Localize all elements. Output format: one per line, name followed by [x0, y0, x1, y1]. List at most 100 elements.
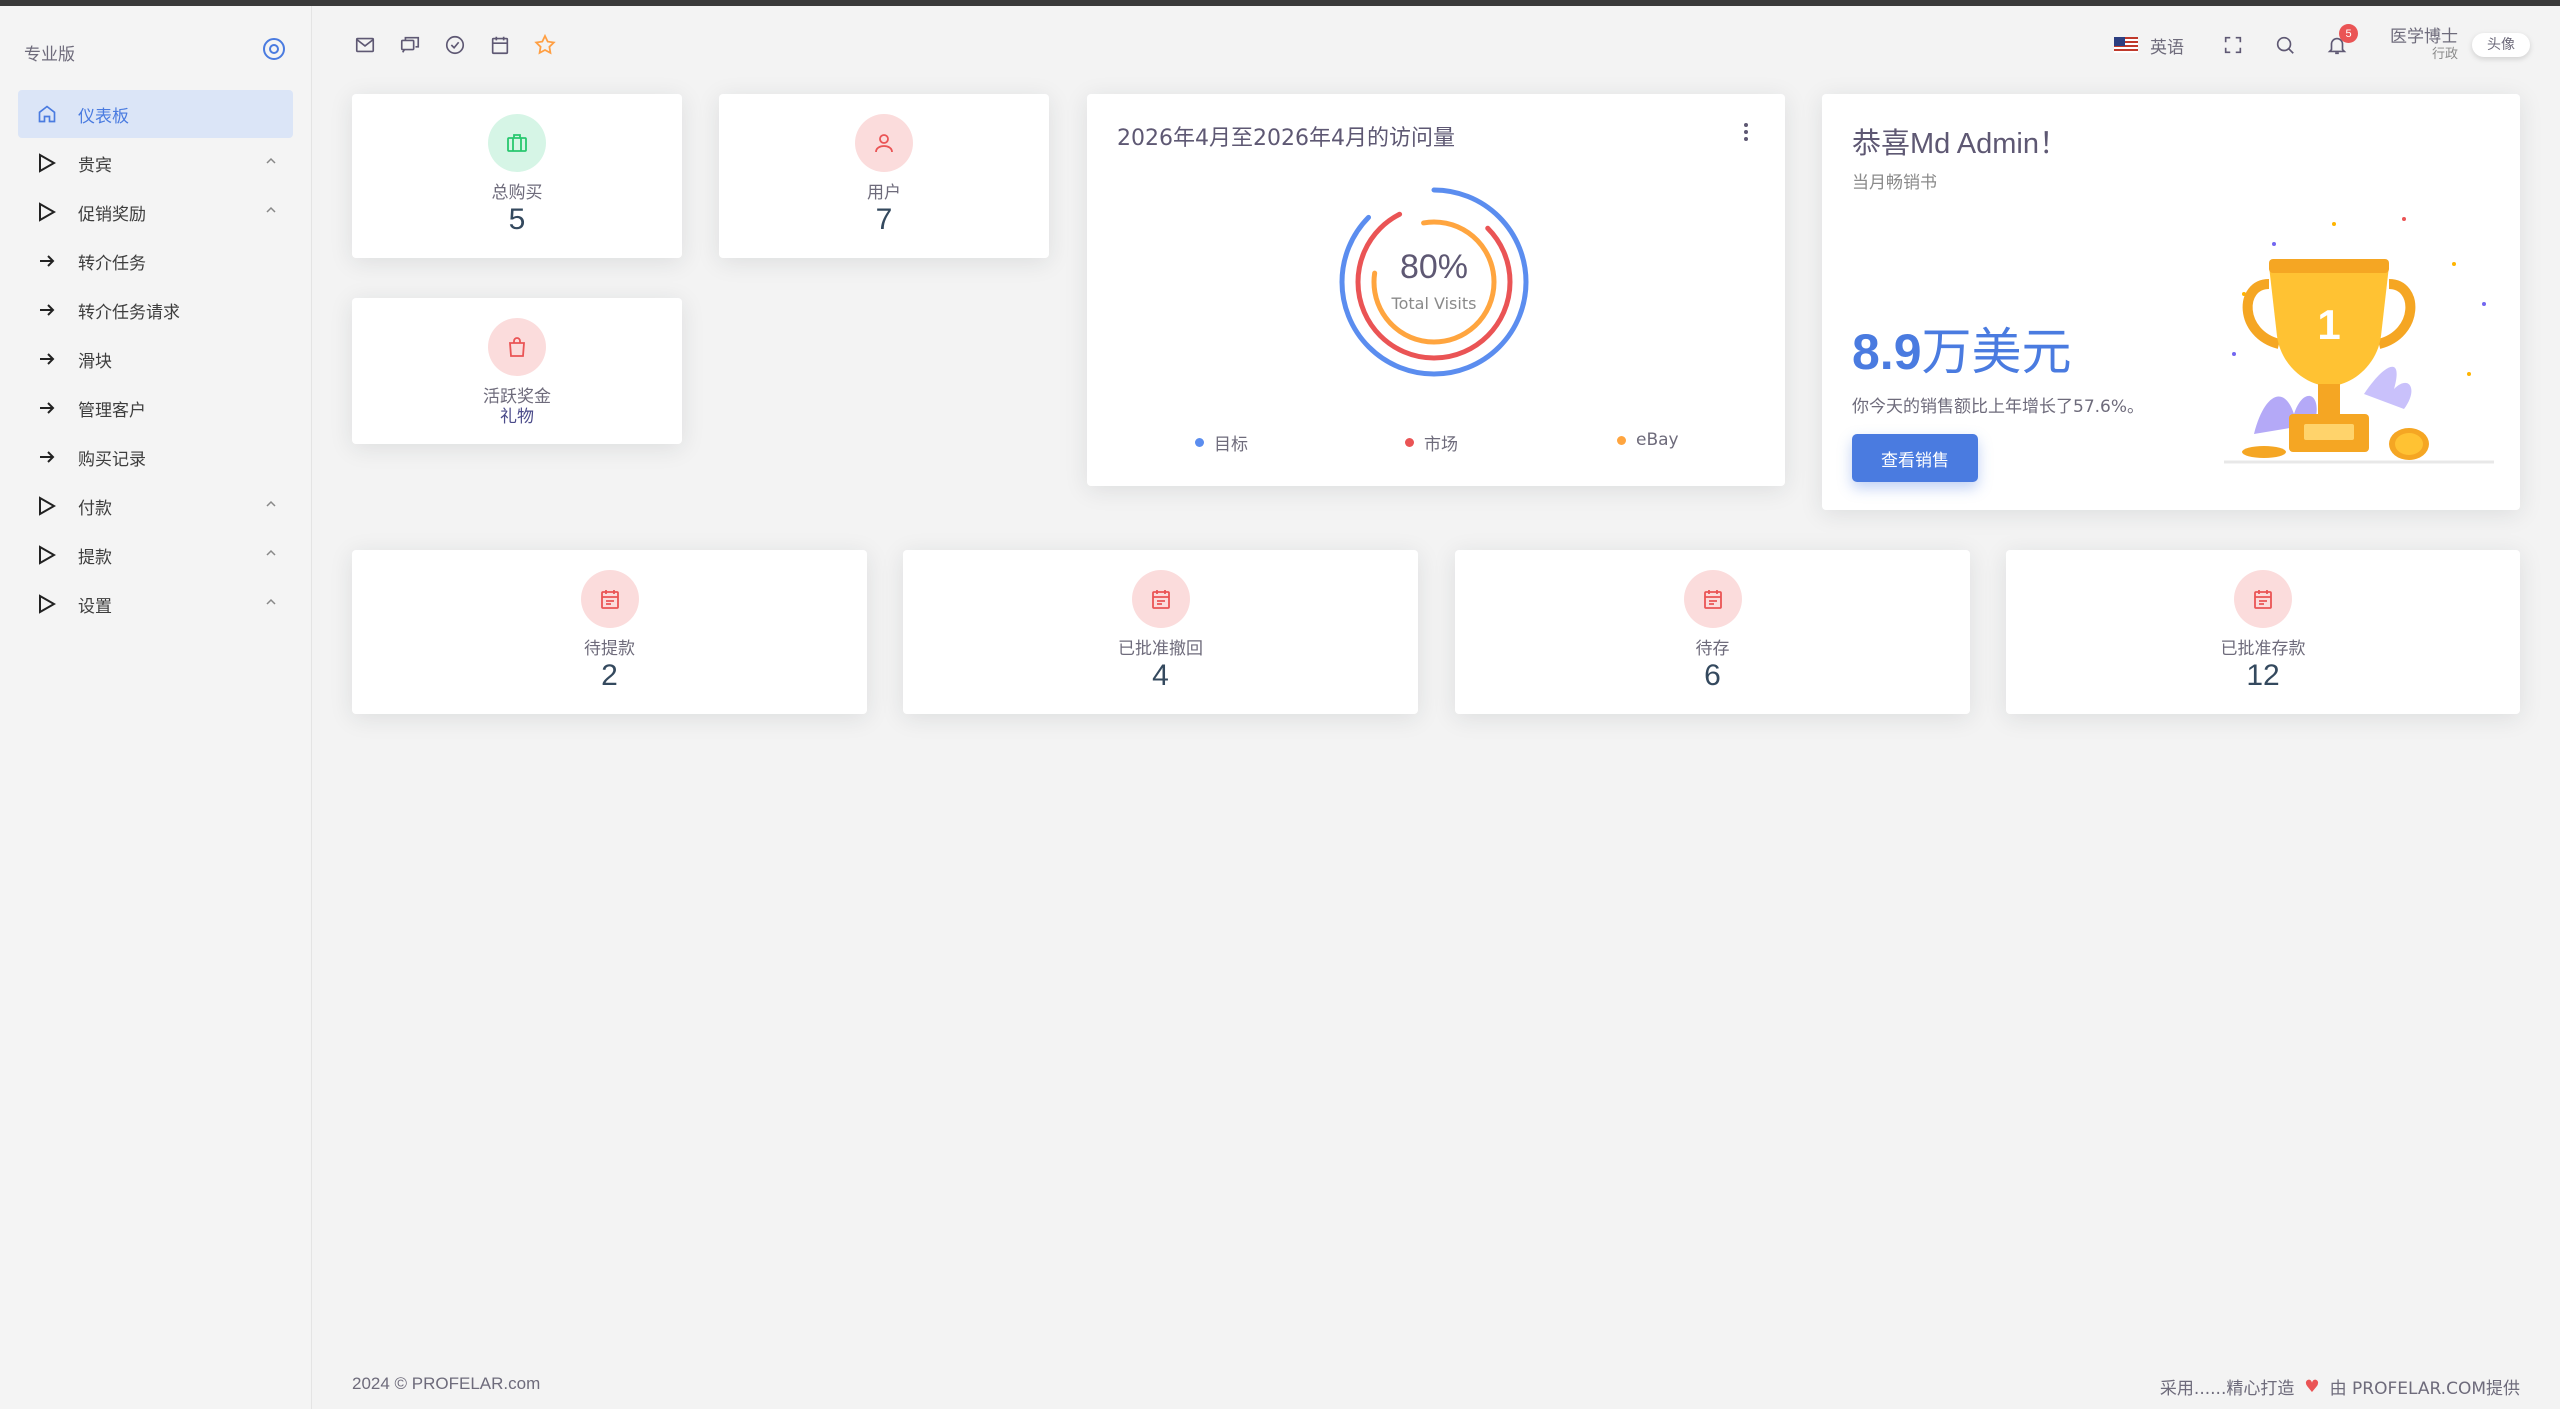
language-selector[interactable]: 英语 [2114, 33, 2184, 58]
footer-copyright: 2024 © PROFELAR.com [352, 1374, 541, 1393]
sidebar-item-settings[interactable]: 设置 [18, 580, 293, 628]
stat-card-total-purchase: 总购买 5 [352, 94, 682, 258]
legend-item-target: 目标 [1195, 430, 1248, 455]
congrats-amount: 8.9万美元 [1852, 312, 2072, 384]
calendar-icon[interactable] [487, 32, 513, 58]
home-icon [36, 103, 58, 125]
visits-card: 2026年4月至2026年4月的访问量 80% Total Visits 目标 … [1087, 94, 1785, 486]
sidebar: 专业版 仪表板 贵宾 促销奖励 转介任务 转介任务请求 滑块 管理客户 购买记录… [0, 6, 312, 1409]
legend-item-market: 市场 [1405, 430, 1458, 455]
heart-icon: ♥ [2304, 1376, 2320, 1397]
stat-value: 5 [508, 203, 526, 236]
arrow-right-icon [36, 250, 58, 272]
stat-label: 已批准撤回 [1118, 639, 1203, 659]
sidebar-item-referral-request[interactable]: 转介任务请求 [18, 286, 293, 334]
chevron-up-icon [266, 598, 276, 605]
calendar-icon [580, 570, 639, 628]
user-role: 行政 [2431, 47, 2458, 62]
stat-label: 待提款 [584, 639, 635, 659]
play-icon [36, 201, 58, 223]
sidebar-item-label: 贵宾 [78, 155, 112, 176]
legend-dot [1617, 435, 1626, 445]
stat-value: 7 [875, 203, 893, 236]
legend-label: 市场 [1424, 435, 1458, 455]
window-top-strip [0, 0, 2560, 6]
sidebar-item-customers[interactable]: 管理客户 [18, 384, 293, 432]
briefcase-icon [488, 114, 546, 172]
stat-value: 2 [601, 659, 618, 692]
calendar-icon [2234, 570, 2292, 628]
amount-number: 8.9 [1852, 324, 1922, 380]
chat-icon[interactable] [397, 32, 423, 58]
sidebar-item-label: 管理客户 [78, 400, 146, 421]
stat-card-active-bonus: 活跃奖金 礼物 [352, 298, 682, 444]
user-icon [855, 114, 913, 172]
sidebar-toggle-icon[interactable] [263, 38, 285, 60]
stat-card-pending-deposit: 待存 6 [1455, 550, 1970, 714]
legend-dot [1195, 438, 1204, 447]
check-circle-icon[interactable] [442, 32, 468, 58]
chevron-up-icon [266, 549, 276, 556]
congrats-description: 你今天的销售额比上年增长了57.6%。 [1852, 397, 2145, 417]
sidebar-item-label: 仪表板 [78, 106, 129, 127]
visits-title: 2026年4月至2026年4月的访问量 [1117, 126, 1455, 151]
sidebar-item-withdraw[interactable]: 提款 [18, 531, 293, 579]
stat-card-approved-withdraw: 已批准撤回 4 [903, 550, 1418, 714]
chevron-up-icon [266, 500, 276, 507]
play-icon [36, 544, 58, 566]
stat-value: 12 [2246, 659, 2280, 692]
language-label: 英语 [2150, 37, 2184, 58]
sidebar-item-vip[interactable]: 贵宾 [18, 139, 293, 187]
stat-label: 待存 [1695, 639, 1730, 659]
sidebar-item-promo[interactable]: 促销奖励 [18, 188, 293, 236]
congrats-subtitle: 当月畅销书 [1852, 173, 1937, 193]
sidebar-item-label: 付款 [78, 498, 112, 519]
mail-icon[interactable] [352, 32, 378, 58]
sidebar-item-payment[interactable]: 付款 [18, 482, 293, 530]
sidebar-item-purchases[interactable]: 购买记录 [18, 433, 293, 481]
sidebar-item-label: 提款 [78, 547, 112, 568]
stat-card-pending-withdraw: 待提款 2 [352, 550, 867, 714]
sidebar-item-label: 转介任务请求 [78, 302, 180, 323]
play-icon [36, 593, 58, 615]
more-vertical-icon[interactable] [1743, 122, 1749, 142]
play-icon [36, 152, 58, 174]
stat-value: 礼物 [500, 407, 534, 427]
visits-caption: Total Visits [1391, 294, 1477, 313]
arrow-right-icon [36, 299, 58, 321]
avatar[interactable]: 头像 [2472, 33, 2530, 57]
visits-percent: 80% [1399, 248, 1469, 286]
footer-credits: 采用......精心打造 ♥ 由 PROFELAR.COM提供 [2160, 1374, 2520, 1400]
view-sales-button[interactable]: 查看销售 [1852, 434, 1978, 482]
play-icon [36, 495, 58, 517]
bell-icon[interactable]: 5 [2324, 24, 2358, 58]
sidebar-item-label: 滑块 [78, 351, 112, 372]
arrow-right-icon [36, 446, 58, 468]
stat-label: 活跃奖金 [483, 387, 551, 407]
chevron-up-icon [266, 157, 276, 164]
stat-card-users: 用户 7 [719, 94, 1049, 258]
sidebar-item-dashboard[interactable]: 仪表板 [18, 90, 293, 138]
brand-label: 专业版 [24, 45, 75, 65]
star-icon[interactable] [532, 32, 558, 58]
sidebar-nav: 仪表板 贵宾 促销奖励 转介任务 转介任务请求 滑块 管理客户 购买记录 付款 … [18, 90, 293, 629]
search-icon[interactable] [2272, 32, 2298, 58]
fullscreen-icon[interactable] [2220, 32, 2246, 58]
stat-value: 4 [1152, 659, 1169, 692]
shopping-bag-icon [488, 318, 546, 376]
user-info[interactable]: 医学博士 行政 [2390, 27, 2458, 63]
stat-label: 用户 [867, 183, 901, 203]
stat-label: 已批准存款 [2220, 639, 2306, 659]
arrow-right-icon [36, 348, 58, 370]
header-shortcuts [352, 32, 577, 58]
header-actions: 英语 5 医学博士 行政 头像 [2114, 22, 2530, 68]
sidebar-item-label: 转介任务 [78, 253, 146, 274]
sidebar-item-slider[interactable]: 滑块 [18, 335, 293, 383]
sidebar-item-label: 购买记录 [78, 449, 146, 470]
legend-label: 目标 [1214, 435, 1248, 455]
legend-item-ebay: eBay [1617, 430, 1679, 450]
user-name: 医学博士 [2390, 27, 2458, 47]
stat-label: 总购买 [491, 183, 543, 203]
sidebar-item-referral-task[interactable]: 转介任务 [18, 237, 293, 285]
us-flag-icon [2114, 37, 2138, 53]
